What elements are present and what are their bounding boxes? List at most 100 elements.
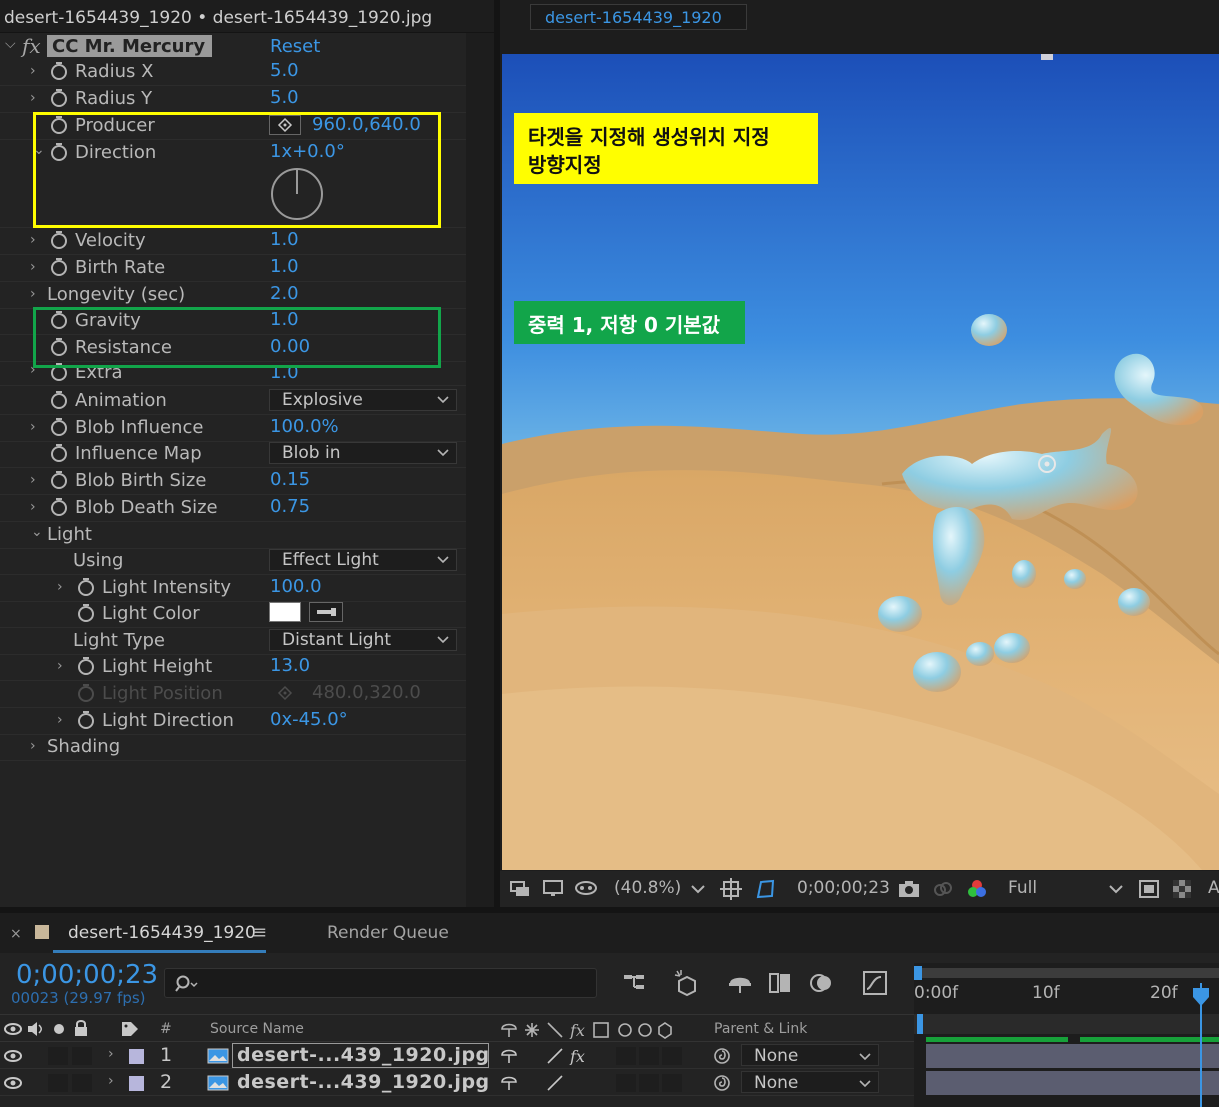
property-light-intensity[interactable]: › Light Intensity 100.0 (0, 575, 466, 602)
solo-toggle[interactable] (48, 1074, 68, 1092)
property-light-direction[interactable]: › Light Direction 0x-45.0° (0, 708, 466, 735)
column-parent-link[interactable]: Parent & Link (714, 1021, 807, 1037)
playhead-handle-icon[interactable] (1192, 987, 1210, 1007)
collapse-chevron-icon[interactable]: ⌵ (5, 36, 16, 52)
parent-dropdown[interactable]: None (741, 1044, 879, 1066)
column-source-name[interactable]: Source Name (210, 1021, 304, 1037)
property-blob-influence[interactable]: › Blob Influence 100.0% (0, 415, 466, 442)
influence-map-dropdown[interactable]: Blob in (269, 442, 457, 464)
expand-chevron-icon[interactable]: › (30, 499, 36, 515)
expand-chevron-icon[interactable]: › (108, 1073, 114, 1089)
property-value[interactable]: 0x-45.0° (270, 709, 348, 730)
switch-box[interactable] (662, 1074, 682, 1092)
expand-chevron-icon[interactable]: › (30, 472, 36, 488)
layer-duration-bar[interactable] (926, 1071, 1219, 1095)
property-radius-y[interactable]: › Radius Y 5.0 (0, 86, 466, 113)
stopwatch-icon[interactable] (50, 61, 68, 81)
graph-editor-icon[interactable] (861, 969, 889, 997)
chevron-down-icon[interactable] (1104, 877, 1128, 901)
property-light-type[interactable]: Light Type Distant Light (0, 628, 466, 655)
stopwatch-icon[interactable] (50, 497, 68, 517)
reset-button[interactable]: Reset (270, 36, 320, 57)
property-blob-birth-size[interactable]: › Blob Birth Size 0.15 (0, 468, 466, 495)
stopwatch-icon[interactable] (77, 577, 95, 597)
property-value[interactable]: 0.75 (270, 496, 310, 517)
solo-icon[interactable] (52, 1022, 66, 1036)
motion-blur-icon[interactable] (809, 971, 835, 995)
stopwatch-icon[interactable] (50, 257, 68, 277)
property-animation[interactable]: Animation Explosive (0, 388, 466, 415)
stopwatch-icon[interactable] (77, 710, 95, 730)
fx-icon[interactable]: fx (22, 34, 41, 58)
stopwatch-icon[interactable] (50, 470, 68, 490)
effect-header[interactable]: ⌵ fx CC Mr. Mercury Reset (0, 34, 466, 58)
expand-chevron-icon[interactable]: › (57, 658, 63, 674)
layer-label-color[interactable] (129, 1076, 144, 1091)
layer-row[interactable]: › 1 desert-...439_1920.jpg fx None (0, 1043, 914, 1069)
pick-whip-icon[interactable] (713, 1074, 731, 1092)
property-value[interactable]: 100.0 (270, 576, 322, 597)
property-value[interactable]: 1.0 (270, 229, 299, 250)
expand-chevron-icon[interactable]: › (30, 232, 36, 248)
mask-path-icon[interactable] (753, 877, 777, 901)
viewer-timecode[interactable]: 0;00;00;23 (797, 878, 890, 898)
property-group-light[interactable]: ⌄ Light (0, 522, 466, 549)
property-value[interactable]: 13.0 (270, 655, 310, 676)
stopwatch-icon[interactable] (50, 417, 68, 437)
property-birth-rate[interactable]: › Birth Rate 1.0 (0, 255, 466, 282)
color-channels-icon[interactable] (965, 877, 989, 901)
chevron-down-icon[interactable] (686, 877, 710, 901)
property-influence-map[interactable]: Influence Map Blob in (0, 441, 466, 468)
eye-icon[interactable] (4, 1021, 22, 1037)
property-light-height[interactable]: › Light Height 13.0 (0, 654, 466, 681)
layer-search-input[interactable] (164, 968, 597, 998)
comp-marker-bar[interactable] (914, 1014, 1219, 1034)
render-queue-tab[interactable]: Render Queue (327, 923, 449, 943)
monitor-icon[interactable] (541, 877, 565, 901)
property-value[interactable]: 2.0 (270, 283, 299, 304)
expand-chevron-icon[interactable]: › (30, 259, 36, 275)
layer-label-color[interactable] (129, 1049, 144, 1064)
stopwatch-icon[interactable] (50, 88, 68, 108)
work-area-start-handle[interactable] (914, 966, 922, 980)
switch-box[interactable] (639, 1047, 659, 1065)
light-type-dropdown[interactable]: Distant Light (269, 629, 457, 651)
composition-tab[interactable]: desert-1654439_1920 (530, 4, 747, 30)
switch-box[interactable] (662, 1047, 682, 1065)
switch-box[interactable] (639, 1074, 659, 1092)
property-value[interactable]: 5.0 (270, 60, 299, 81)
property-light-color[interactable]: Light Color (0, 601, 466, 628)
animation-dropdown[interactable]: Explosive (269, 389, 457, 411)
stopwatch-icon[interactable] (50, 390, 68, 410)
switch-box[interactable] (616, 1074, 636, 1092)
eyedropper-icon[interactable] (309, 602, 343, 622)
lock-toggle[interactable] (72, 1074, 92, 1092)
label-tag-icon[interactable] (120, 1020, 140, 1038)
always-preview-icon[interactable] (508, 877, 532, 901)
expand-chevron-icon[interactable]: › (30, 419, 36, 435)
draft-3d-icon[interactable] (673, 969, 701, 997)
camera-snapshot-icon[interactable] (897, 877, 921, 901)
layer-name[interactable]: desert-...439_1920.jpg (237, 1044, 490, 1066)
audio-speaker-icon[interactable] (26, 1020, 44, 1038)
title-safe-grid-icon[interactable] (719, 877, 743, 901)
panel-menu-icon[interactable]: ≡ (252, 922, 267, 943)
current-time-display[interactable]: 0;00;00;23 (16, 960, 158, 990)
pick-whip-icon[interactable] (713, 1047, 731, 1065)
property-value[interactable]: 5.0 (270, 87, 299, 108)
layer-switches-icons[interactable]: fx (500, 1021, 672, 1039)
stopwatch-icon[interactable] (50, 230, 68, 250)
property-longevity[interactable]: › Longevity (sec) 2.0 (0, 282, 466, 309)
solo-toggle[interactable] (48, 1047, 68, 1065)
expand-chevron-icon[interactable]: › (57, 579, 63, 595)
stopwatch-icon[interactable] (50, 443, 68, 463)
show-snapshot-icon[interactable] (931, 877, 955, 901)
layer-row[interactable]: › 2 desert-...439_1920.jpg None (0, 1070, 914, 1096)
light-color-swatch[interactable] (269, 602, 301, 622)
eye-icon[interactable] (4, 1076, 22, 1090)
in-point-marker[interactable] (917, 1014, 923, 1034)
shy-layers-icon[interactable] (727, 971, 753, 995)
frame-blending-icon[interactable] (768, 971, 794, 995)
stopwatch-icon[interactable] (77, 603, 95, 623)
layer-name[interactable]: desert-...439_1920.jpg (237, 1071, 490, 1093)
